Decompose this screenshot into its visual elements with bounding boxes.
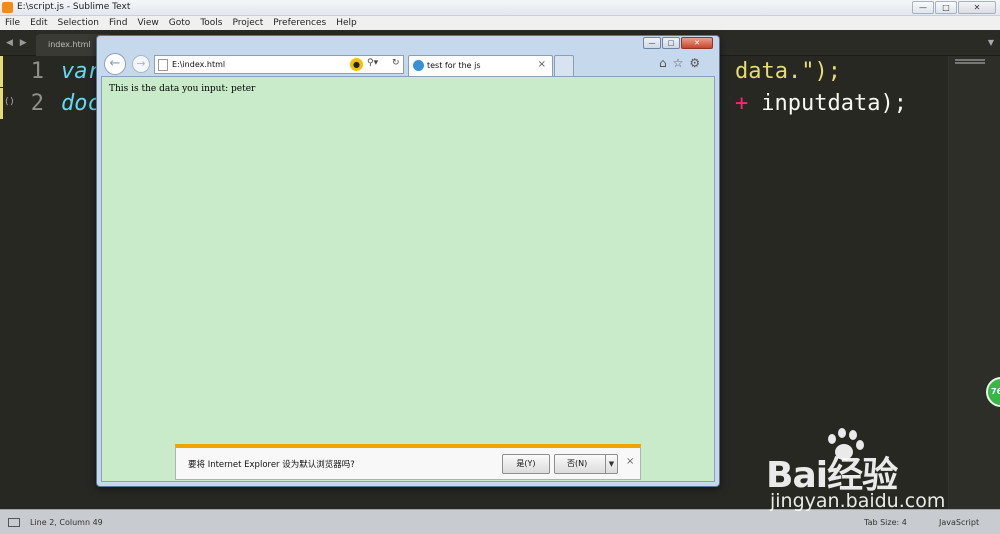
maximize-button[interactable]: □ (935, 1, 957, 14)
menu-tools[interactable]: Tools (195, 18, 227, 28)
home-icon[interactable]: ⌂ (659, 56, 667, 70)
menu-goto[interactable]: Goto (164, 18, 196, 28)
menu-file[interactable]: File (0, 18, 25, 28)
tab-label: index.html (48, 40, 91, 49)
no-dropdown-chevron-icon[interactable]: ▼ (606, 454, 618, 474)
code-line-1-keyword: var (61, 59, 101, 84)
menu-edit[interactable]: Edit (25, 18, 52, 28)
favorites-star-icon[interactable]: ☆ (673, 56, 684, 70)
baidu-jingyan-watermark: Bai经验 jingyan.baidu.com (766, 428, 996, 514)
sublime-title-bar: E:\script.js - Sublime Text — □ ✕ (0, 0, 1000, 16)
menu-bar: File Edit Selection Find View Goto Tools… (0, 16, 1000, 30)
code-line-1-string: data."); (735, 59, 841, 84)
line-marker (0, 88, 3, 119)
ie-tab[interactable]: test for the js × (408, 55, 553, 77)
code-line-2-identifier: doc (61, 91, 101, 116)
gear-icon[interactable]: ⚙ (689, 56, 700, 70)
watermark-url: jingyan.baidu.com (770, 490, 946, 512)
notification-message: 要将 Internet Explorer 设为默认浏览器吗? (188, 460, 355, 470)
no-button[interactable]: 否(N) (554, 454, 606, 474)
ie-toolbar-icons: ⌂ ☆ ⚙ (659, 56, 706, 70)
yes-button[interactable]: 是(Y) (502, 454, 550, 474)
compatibility-view-icon[interactable]: ● (350, 58, 363, 71)
window-caption-buttons: — □ ✕ (911, 1, 996, 14)
window-title: E:\script.js - Sublime Text (17, 2, 131, 12)
ie-browser-window: — □ ✕ ← → E:\index.html ● ⚲▾ ↻ test for … (96, 35, 720, 487)
code-line-2-text: inputdata); (748, 91, 907, 116)
menu-help[interactable]: Help (331, 18, 362, 28)
line-number: 1 (30, 59, 44, 84)
line-number: 2 (30, 91, 44, 116)
search-icon[interactable]: ⚲▾ (367, 58, 378, 68)
ie-caption-buttons: — □ ✕ (642, 37, 713, 49)
tab-size-indicator[interactable]: Tab Size: 4 (864, 518, 907, 527)
ie-tab-icon (413, 60, 424, 71)
refresh-icon[interactable]: ↻ (392, 58, 400, 68)
code-line-2-operator: + (735, 91, 749, 116)
ie-maximize-button[interactable]: □ (662, 37, 680, 49)
cursor-position: Line 2, Column 49 (30, 518, 103, 527)
ie-navigation-bar: ← → E:\index.html ● ⚲▾ ↻ test for the js… (97, 51, 719, 77)
menu-selection[interactable]: Selection (53, 18, 104, 28)
syntax-indicator[interactable]: JavaScript (939, 518, 979, 527)
gutter: 1 ⟨⟩ 2 (0, 56, 58, 509)
line-marker (0, 56, 3, 87)
notification-close-icon[interactable]: × (626, 456, 634, 467)
address-url: E:\index.html (172, 60, 226, 69)
close-button[interactable]: ✕ (958, 1, 996, 14)
menu-view[interactable]: View (132, 18, 163, 28)
default-browser-notification: 要将 Internet Explorer 设为默认浏览器吗? 是(Y) 否(N)… (175, 444, 641, 480)
back-arrow-icon[interactable]: ← (104, 53, 126, 75)
tab-nav-arrows[interactable]: ◀ ▶ (6, 38, 29, 48)
sublime-app-icon (2, 2, 13, 13)
address-bar[interactable]: E:\index.html ● ⚲▾ ↻ (154, 55, 404, 74)
new-tab-button[interactable] (554, 55, 574, 77)
ie-page-content: This is the data you input: peter (101, 76, 715, 482)
page-icon (158, 59, 168, 71)
ie-minimize-button[interactable]: — (643, 37, 661, 49)
forward-arrow-icon[interactable]: → (132, 55, 150, 73)
panel-toggle-icon[interactable] (8, 518, 20, 527)
ie-tab-title: test for the js (427, 61, 481, 70)
ie-tab-close-icon[interactable]: × (538, 59, 546, 70)
tab-dropdown-icon[interactable]: ▼ (988, 38, 994, 47)
menu-project[interactable]: Project (227, 18, 268, 28)
ie-close-button[interactable]: ✕ (681, 37, 713, 49)
menu-preferences[interactable]: Preferences (268, 18, 331, 28)
page-body-text: This is the data you input: peter (109, 84, 256, 94)
menu-find[interactable]: Find (104, 18, 132, 28)
minimize-button[interactable]: — (912, 1, 934, 14)
minimap-lines (955, 59, 985, 61)
